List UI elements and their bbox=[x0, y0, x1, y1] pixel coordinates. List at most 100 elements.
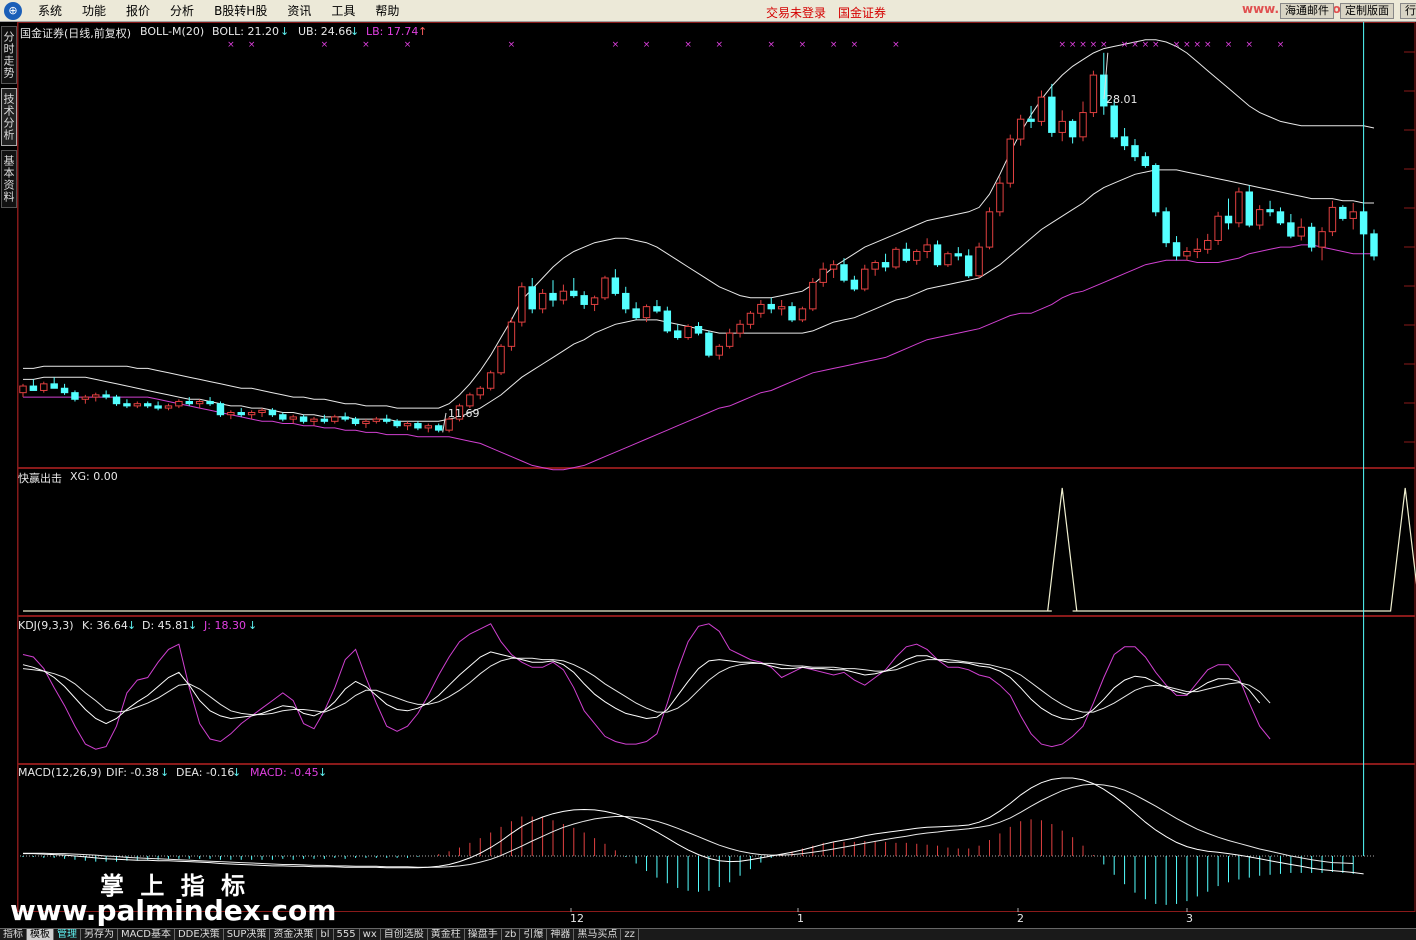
chart-area: × × × × × × × × × × × × × × × × × × × × × × × × × × × × × × × 国金证券(日线,… bbox=[0, 22, 1416, 925]
bottom-tab[interactable]: 555 bbox=[334, 929, 360, 940]
bottom-tab[interactable]: 管理 bbox=[54, 929, 81, 940]
signal-marker: × bbox=[1277, 40, 1285, 50]
bottom-tab[interactable]: wx bbox=[360, 929, 381, 940]
trade-button[interactable]: 行 bbox=[1400, 3, 1416, 19]
candle-body bbox=[777, 306, 786, 310]
candle-body bbox=[1318, 231, 1326, 248]
candle-body bbox=[424, 425, 433, 429]
trade-status[interactable]: 交易未登录 bbox=[766, 4, 826, 21]
signal-marker: × bbox=[1069, 40, 1077, 50]
bottom-tab[interactable]: bl bbox=[317, 929, 334, 940]
bottom-tab[interactable]: 自创选股 bbox=[381, 929, 428, 940]
menu-item-bh-convert[interactable]: B股转H股 bbox=[204, 2, 277, 19]
signal-marker: × bbox=[248, 40, 256, 50]
kdj-j-arrow-icon: ↓ bbox=[248, 619, 258, 632]
macd-value: MACD: -0.45 bbox=[250, 766, 319, 779]
candle-body bbox=[538, 292, 547, 310]
candle-body bbox=[871, 262, 879, 270]
bottom-tab[interactable]: MACD基本 bbox=[118, 929, 175, 940]
candle-body bbox=[933, 244, 942, 266]
candle-body bbox=[767, 303, 775, 310]
menu-item-news[interactable]: 资讯 bbox=[277, 2, 321, 19]
candle-body bbox=[559, 290, 568, 301]
candle-body bbox=[237, 412, 245, 416]
candle-body bbox=[1183, 251, 1191, 257]
menu-item-function[interactable]: 功能 bbox=[72, 2, 116, 19]
candle-body bbox=[279, 414, 287, 420]
bottom-tab[interactable]: SUP决策 bbox=[224, 929, 271, 940]
candle-body bbox=[154, 405, 162, 409]
bottom-tab[interactable]: zz bbox=[621, 929, 639, 940]
signal-marker: × bbox=[1225, 40, 1233, 50]
menu-item-quote[interactable]: 报价 bbox=[116, 2, 160, 19]
candle-body bbox=[60, 387, 69, 394]
bottom-tab[interactable]: DDE决策 bbox=[175, 929, 224, 940]
low-price-label: 11.69 bbox=[448, 407, 480, 420]
macd-dif-arrow-icon: ↓ bbox=[160, 766, 170, 779]
bottom-tab[interactable]: 另存为 bbox=[81, 929, 118, 940]
candle-body bbox=[206, 400, 214, 405]
menu-item-tools[interactable]: 工具 bbox=[321, 2, 365, 19]
bottom-tab[interactable]: 黄金柱 bbox=[428, 929, 465, 940]
candle-body bbox=[1266, 209, 1274, 213]
candle-body bbox=[40, 383, 48, 391]
candle-body bbox=[507, 321, 516, 347]
candle-body bbox=[590, 297, 599, 305]
date-tick: 2 bbox=[1017, 912, 1024, 925]
candle-body bbox=[1048, 96, 1056, 133]
ub-down-arrow-icon: ↓ bbox=[350, 25, 360, 38]
candle-body bbox=[1079, 112, 1087, 138]
candle-body bbox=[611, 277, 620, 294]
candle-body bbox=[1027, 118, 1035, 122]
candle-body bbox=[1172, 242, 1181, 257]
signal-marker: × bbox=[1173, 40, 1181, 50]
candle-body bbox=[1006, 138, 1014, 184]
candle-body bbox=[1297, 226, 1305, 237]
macd-title: MACD(12,26,9) bbox=[18, 766, 102, 779]
candle-body bbox=[725, 332, 734, 347]
candle-body bbox=[1110, 105, 1118, 138]
mail-button[interactable]: 海通邮件 bbox=[1280, 3, 1334, 19]
signal-marker: × bbox=[404, 40, 412, 50]
kdj-title: KDJ(9,3,3) bbox=[18, 619, 74, 632]
signal-marker: × bbox=[1152, 40, 1160, 50]
bottom-tab[interactable]: 神器 bbox=[547, 929, 575, 940]
candle-body bbox=[1255, 209, 1264, 226]
signal-marker: × bbox=[1142, 40, 1150, 50]
custom-layout-button[interactable]: 定制版面 bbox=[1340, 3, 1394, 19]
candle-body bbox=[1162, 211, 1170, 244]
candle-body bbox=[1276, 211, 1285, 224]
candle-body bbox=[403, 423, 412, 427]
candle-body bbox=[393, 420, 401, 427]
bottom-tab[interactable]: 引爆 bbox=[520, 929, 548, 940]
candle-body bbox=[985, 211, 994, 248]
bottom-tab[interactable]: 黑马买点 bbox=[574, 929, 622, 940]
bottom-tab[interactable]: zb bbox=[502, 929, 521, 940]
candle-body bbox=[1037, 96, 1046, 122]
candle-body bbox=[705, 332, 713, 356]
candle-body bbox=[434, 425, 443, 431]
menu-item-help[interactable]: 帮助 bbox=[365, 2, 409, 19]
candle-body bbox=[622, 292, 630, 310]
candle-body bbox=[1204, 239, 1212, 250]
menu-item-system[interactable]: 系统 bbox=[28, 2, 72, 19]
kdj-d-line bbox=[22, 657, 1271, 716]
bottom-tab[interactable]: 模板 bbox=[27, 929, 54, 940]
bottom-tab[interactable]: 指标 bbox=[0, 929, 27, 940]
candle-body bbox=[902, 248, 911, 261]
bottom-tab[interactable]: 资金决策 bbox=[270, 929, 318, 940]
menu-item-analysis[interactable]: 分析 bbox=[160, 2, 204, 19]
kdj-k-value: K: 36.64 bbox=[82, 619, 128, 632]
candle-body bbox=[1214, 215, 1222, 241]
kdj-d-arrow-icon: ↓ bbox=[188, 619, 198, 632]
candle-body bbox=[331, 416, 339, 422]
signal-marker: × bbox=[1183, 40, 1191, 50]
signal-marker: × bbox=[227, 40, 235, 50]
candle-body bbox=[268, 409, 277, 416]
bottom-tab[interactable]: 操盘手 bbox=[465, 929, 502, 940]
candle-body bbox=[476, 387, 484, 396]
candle-body bbox=[351, 418, 360, 425]
candle-body bbox=[1235, 191, 1243, 224]
candle-body bbox=[913, 251, 921, 261]
indicator-name: BOLL-M(20) bbox=[140, 25, 205, 38]
